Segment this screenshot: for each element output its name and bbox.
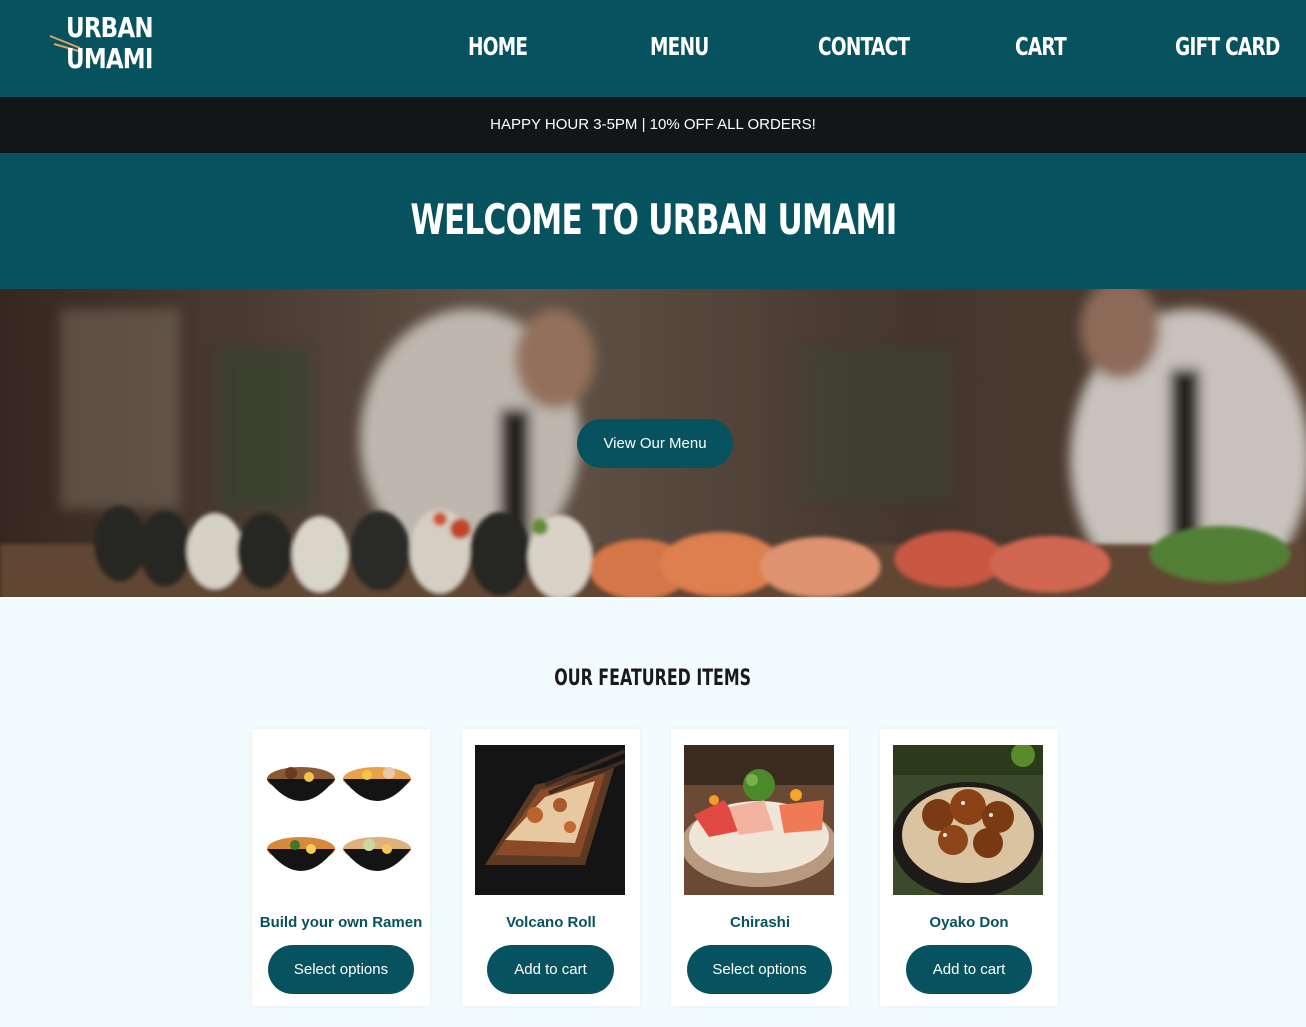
product-image-oyako-don[interactable] bbox=[893, 745, 1043, 895]
nav-cart[interactable]: CART bbox=[1015, 31, 1067, 63]
product-name[interactable]: Oyako Don bbox=[880, 913, 1058, 933]
product-image-chirashi[interactable] bbox=[684, 745, 834, 895]
product-card[interactable]: Oyako Don Add to cart bbox=[880, 729, 1058, 1006]
product-name[interactable]: Volcano Roll bbox=[462, 913, 640, 933]
product-image-volcano-roll[interactable] bbox=[475, 745, 625, 895]
product-image-ramen[interactable] bbox=[265, 745, 415, 895]
nav-gift-card[interactable]: GIFT CARD bbox=[1175, 31, 1280, 63]
page-title: WELCOME TO URBAN UMAMI bbox=[409, 195, 897, 244]
hero-banner: View Our Menu bbox=[0, 289, 1306, 597]
main-nav: HOME MENU CONTACT CART GIFT CARD bbox=[0, 0, 1306, 97]
add-to-cart-button[interactable]: Add to cart bbox=[487, 945, 614, 994]
site-header: URBAN UMAMI HOME MENU CONTACT CART GIFT … bbox=[0, 0, 1306, 97]
welcome-section: WELCOME TO URBAN UMAMI bbox=[0, 153, 1306, 289]
nav-home[interactable]: HOME bbox=[468, 31, 528, 63]
featured-title: OUR FEATURED ITEMS bbox=[554, 666, 752, 691]
promo-banner: HAPPY HOUR 3-5PM | 10% OFF ALL ORDERS! bbox=[0, 97, 1306, 153]
select-options-button[interactable]: Select options bbox=[268, 945, 414, 994]
product-card[interactable]: Volcano Roll Add to cart bbox=[462, 729, 640, 1006]
nav-contact[interactable]: CONTACT bbox=[818, 31, 910, 63]
view-menu-button[interactable]: View Our Menu bbox=[577, 419, 733, 468]
product-card[interactable]: Build your own Ramen Select options bbox=[252, 729, 430, 1006]
nav-menu[interactable]: MENU bbox=[650, 31, 709, 63]
select-options-button[interactable]: Select options bbox=[687, 945, 832, 994]
product-card[interactable]: Chirashi Select options bbox=[671, 729, 849, 1006]
add-to-cart-button[interactable]: Add to cart bbox=[906, 945, 1032, 994]
product-name[interactable]: Build your own Ramen bbox=[252, 913, 430, 933]
product-name[interactable]: Chirashi bbox=[671, 913, 849, 933]
